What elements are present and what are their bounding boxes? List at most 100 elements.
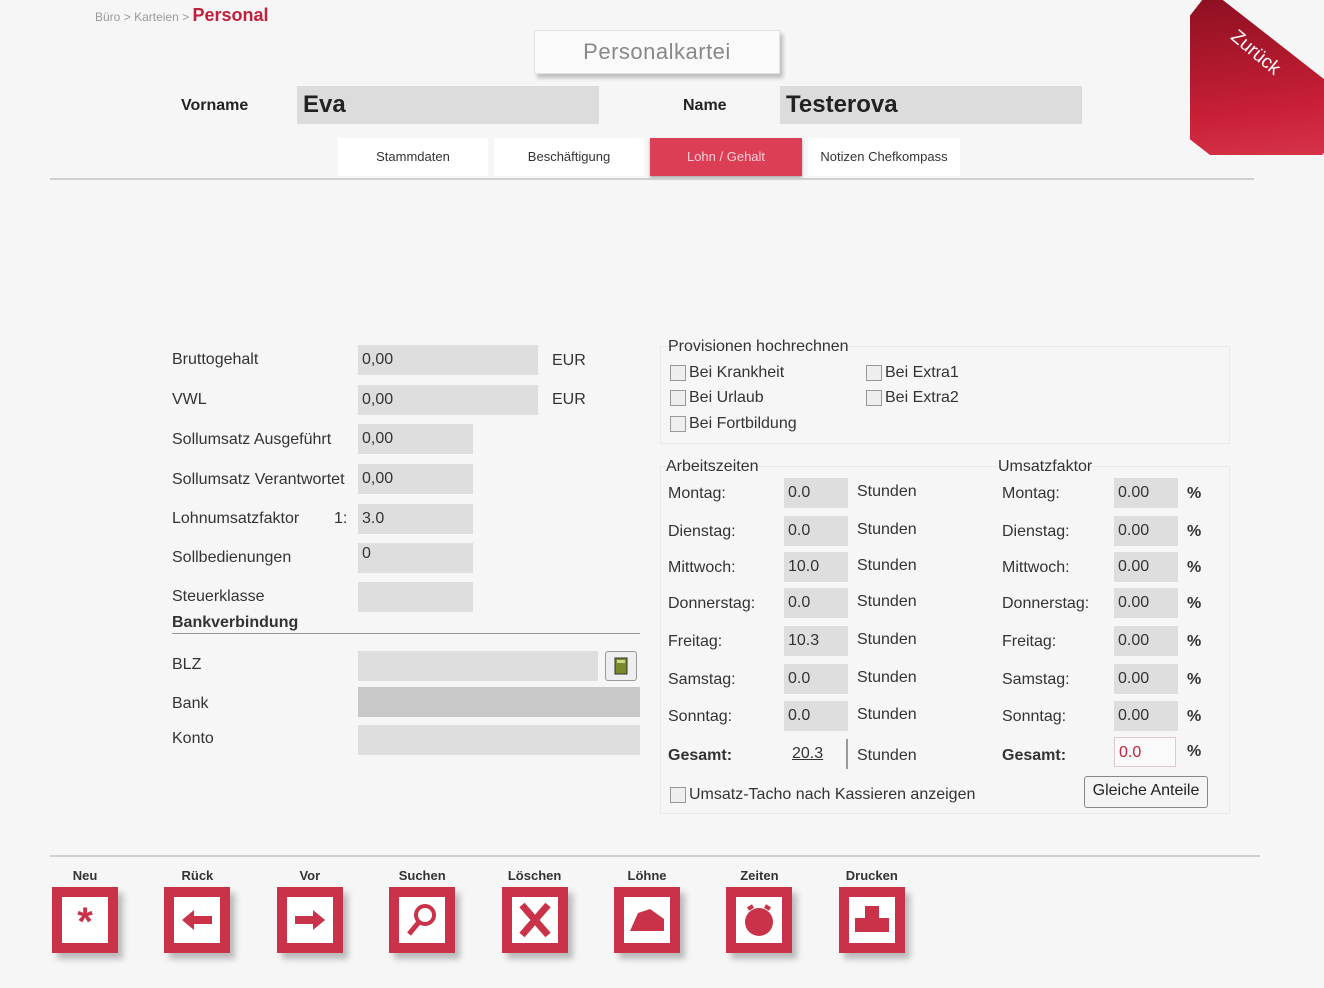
book-icon bbox=[614, 657, 628, 675]
checkbox-extra2[interactable]: Bei Extra2 bbox=[866, 389, 959, 407]
gleiche-anteile-button[interactable]: Gleiche Anteile bbox=[1084, 776, 1208, 808]
toolbar-label-vor: Vor bbox=[299, 868, 321, 883]
loehne-button-face bbox=[624, 897, 670, 943]
blz-lookup-button[interactable] bbox=[605, 651, 637, 681]
arbeitszeiten-total-label: Gesamt: bbox=[668, 747, 733, 764]
brutto-unit: EUR bbox=[552, 352, 586, 369]
steuerklasse-label: Steuerklasse bbox=[172, 588, 265, 605]
clock-icon bbox=[745, 904, 774, 936]
vwl-field[interactable]: 0,00 bbox=[358, 385, 538, 415]
arbeitszeit-day-label: Sonntag: bbox=[668, 708, 733, 725]
sollbedienungen-field[interactable]: 0 bbox=[358, 543, 473, 573]
umsatzfaktor-day-label: Sonntag: bbox=[1002, 708, 1067, 725]
toolbar-label-zeiten: Zeiten bbox=[740, 868, 779, 883]
suchen-button[interactable] bbox=[389, 887, 456, 953]
bank-label: Bank bbox=[172, 695, 209, 712]
checkbox-box[interactable] bbox=[866, 389, 882, 406]
soll-ausgefuehrt-label: Sollumsatz Ausgeführt bbox=[172, 431, 332, 448]
toolbar-label-neu: Neu bbox=[72, 868, 98, 883]
umsatzfaktor-total: 0.0 bbox=[1114, 737, 1176, 767]
konto-field[interactable] bbox=[358, 725, 640, 755]
umsatzfaktor-day-unit: % bbox=[1187, 595, 1202, 612]
umsatzfaktor-heading: Umsatzfaktor bbox=[998, 458, 1093, 475]
bank-field[interactable] bbox=[358, 687, 640, 717]
divider bbox=[50, 178, 1254, 180]
checkbox-box[interactable] bbox=[670, 415, 686, 432]
back-button[interactable]: Zurück bbox=[1190, 0, 1324, 155]
loehne-button[interactable] bbox=[614, 887, 680, 953]
x-icon bbox=[518, 902, 551, 938]
name-field[interactable]: Testerova bbox=[780, 86, 1082, 124]
checkbox-box[interactable] bbox=[670, 786, 686, 803]
bank-divider bbox=[172, 633, 640, 634]
page-corner-ribbon bbox=[1190, 0, 1324, 155]
arbeitszeit-day-field[interactable]: 0.0 bbox=[784, 478, 848, 508]
umsatzfaktor-day-field[interactable]: 0.00 bbox=[1114, 552, 1178, 582]
umsatzfaktor-day-field[interactable]: 0.00 bbox=[1114, 626, 1178, 656]
checkbox-label: Bei Extra2 bbox=[885, 389, 959, 406]
sollbedienungen-label: Sollbedienungen bbox=[172, 549, 292, 566]
toolbar-label-drucken: Drucken bbox=[845, 868, 898, 883]
umsatzfaktor-day-field[interactable]: 0.00 bbox=[1114, 701, 1178, 731]
arbeitszeit-day-field[interactable]: 0.0 bbox=[784, 701, 848, 731]
umsatzfaktor-day-field[interactable]: 0.00 bbox=[1114, 478, 1178, 508]
checkbox-extra1[interactable]: Bei Extra1 bbox=[866, 364, 959, 382]
arbeitszeit-day-label: Montag: bbox=[668, 485, 726, 502]
rueck-button[interactable] bbox=[164, 887, 231, 953]
toolbar-divider bbox=[50, 855, 1260, 857]
soll-ausgefuehrt-field[interactable]: 0,00 bbox=[358, 424, 473, 454]
loeschen-button[interactable] bbox=[501, 887, 568, 953]
vorname-field[interactable]: Eva bbox=[297, 86, 599, 124]
arbeitszeit-day-field[interactable]: 0.0 bbox=[784, 516, 848, 546]
zeiten-button-face bbox=[736, 897, 783, 943]
svg-text:*: * bbox=[77, 900, 93, 943]
konto-label: Konto bbox=[172, 730, 214, 747]
umsatzfaktor-day-unit: % bbox=[1187, 633, 1202, 650]
breadcrumb-sep: > bbox=[182, 10, 190, 24]
umsatzfaktor-day-unit: % bbox=[1187, 708, 1202, 725]
vor-button[interactable] bbox=[276, 887, 343, 953]
arbeitszeiten-total: 20.3 bbox=[784, 739, 848, 769]
tab-notizen[interactable]: Notizen Chefkompass bbox=[808, 138, 960, 176]
checkbox-label: Bei Fortbildung bbox=[689, 415, 797, 432]
rueck-button-face bbox=[174, 897, 221, 943]
faktor-label: Lohnumsatzfaktor bbox=[172, 510, 300, 527]
arbeitszeit-day-field[interactable]: 10.0 bbox=[784, 552, 848, 582]
arbeitszeit-day-field[interactable]: 0.0 bbox=[784, 588, 848, 618]
breadcrumb-mid[interactable]: Karteien bbox=[134, 10, 179, 24]
name-label: Name bbox=[683, 97, 727, 114]
faktor-field[interactable]: 3.0 bbox=[358, 504, 473, 534]
zeiten-button[interactable] bbox=[726, 887, 793, 953]
checkbox-box[interactable] bbox=[866, 364, 882, 381]
checkbox-box[interactable] bbox=[670, 364, 686, 381]
arbeitszeit-day-unit: Stunden bbox=[857, 557, 917, 574]
checkbox-fortbildung[interactable]: Bei Fortbildung bbox=[670, 415, 797, 433]
arbeitszeit-day-field[interactable]: 0.0 bbox=[784, 664, 848, 694]
steuerklasse-field[interactable] bbox=[358, 582, 473, 612]
umsatzfaktor-total-unit: % bbox=[1187, 743, 1202, 760]
tab-beschaeftigung[interactable]: Beschäftigung bbox=[494, 138, 644, 176]
umsatzfaktor-day-field[interactable]: 0.00 bbox=[1114, 588, 1178, 618]
checkbox-tacho[interactable]: Umsatz-Tacho nach Kassieren anzeigen bbox=[670, 786, 975, 804]
arrow-left-icon bbox=[182, 910, 213, 930]
checkbox-urlaub[interactable]: Bei Urlaub bbox=[670, 389, 764, 407]
arbeitszeiten-total-unit: Stunden bbox=[857, 747, 917, 764]
asterisk-icon: * bbox=[77, 900, 93, 944]
arbeitszeit-day-field[interactable]: 10.3 bbox=[784, 626, 848, 656]
checkbox-box[interactable] bbox=[670, 389, 686, 406]
drucken-button[interactable] bbox=[838, 887, 905, 953]
umsatzfaktor-day-label: Dienstag: bbox=[1002, 523, 1070, 540]
toolbar-label-rueck: Rück bbox=[181, 868, 214, 883]
umsatzfaktor-day-field[interactable]: 0.00 bbox=[1114, 516, 1178, 546]
brutto-field[interactable]: 0,00 bbox=[358, 345, 538, 375]
tab-stammdaten[interactable]: Stammdaten bbox=[338, 138, 488, 176]
umsatzfaktor-day-field[interactable]: 0.00 bbox=[1114, 664, 1178, 694]
blz-field[interactable] bbox=[358, 651, 598, 681]
tab-lohn-gehalt[interactable]: Lohn / Gehalt bbox=[650, 138, 802, 176]
umsatzfaktor-day-label: Mittwoch: bbox=[1002, 559, 1070, 576]
checkbox-krankheit[interactable]: Bei Krankheit bbox=[670, 364, 784, 382]
breadcrumb-root[interactable]: Büro bbox=[95, 10, 120, 24]
neu-button[interactable]: * bbox=[52, 887, 118, 953]
provisionen-heading: Provisionen hochrechnen bbox=[668, 338, 849, 355]
soll-verantwortet-field[interactable]: 0,00 bbox=[358, 464, 473, 494]
